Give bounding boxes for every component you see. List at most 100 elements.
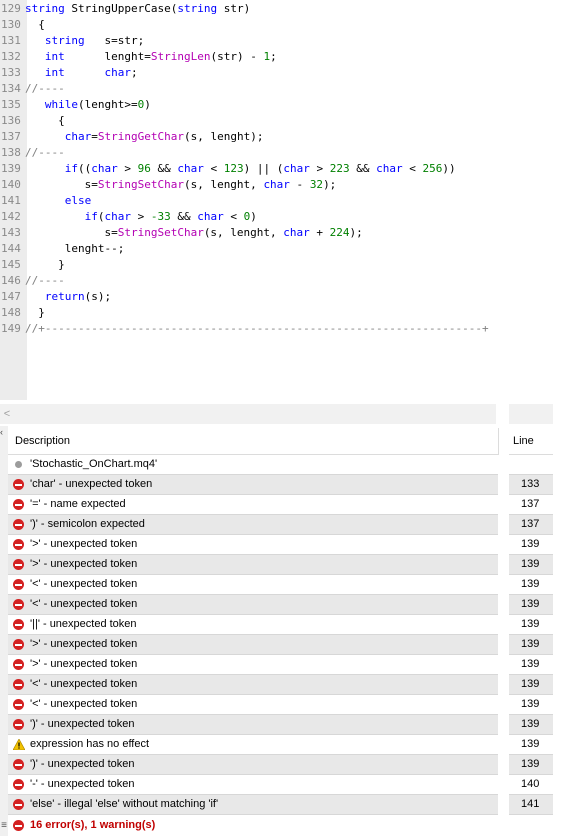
error-line-number: 139: [521, 738, 540, 750]
error-line-cell[interactable]: 137: [509, 515, 553, 535]
error-line-cell[interactable]: 137: [509, 495, 553, 515]
error-list-row[interactable]: '>' - unexpected token: [8, 635, 498, 655]
error-line-cell[interactable]: 139: [509, 575, 553, 595]
line-number: 145: [1, 258, 21, 271]
code-line[interactable]: 134 //----: [0, 81, 570, 97]
error-list-row[interactable]: 'else' - illegal 'else' without matching…: [8, 795, 498, 815]
code-line[interactable]: 147 return(s);: [0, 289, 570, 305]
line-number: 140: [1, 178, 21, 191]
collapse-arrow-icon[interactable]: ‹: [0, 426, 8, 438]
code-line[interactable]: 139 if((char > 96 && char < 123) || (cha…: [0, 161, 570, 177]
code-line[interactable]: 131 string s=str;: [0, 33, 570, 49]
error-line-number: 139: [521, 718, 540, 730]
code-text: else: [64, 194, 92, 207]
error-list-row[interactable]: '>' - unexpected token: [8, 535, 498, 555]
error-description: 'Stochastic_OnChart.mq4': [30, 458, 158, 470]
error-description: ')' - unexpected token: [30, 718, 135, 730]
code-line[interactable]: 135 while(lenght>=0): [0, 97, 570, 113]
code-line[interactable]: 144 lenght--;: [0, 241, 570, 257]
error-description: '=' - name expected: [30, 498, 126, 510]
column-header-line[interactable]: Line: [509, 428, 553, 455]
error-list-row[interactable]: '-' - unexpected token: [8, 775, 498, 795]
error-line-cell[interactable]: 139: [509, 615, 553, 635]
code-line[interactable]: 141 else: [0, 193, 570, 209]
code-text: s=StringSetChar(s, lenght, char - 32);: [25, 178, 337, 191]
error-description: '>' - unexpected token: [30, 538, 138, 550]
code-line[interactable]: 138 //----: [0, 145, 570, 161]
code-line[interactable]: 145 }: [0, 257, 570, 273]
code-line[interactable]: 146 //----: [0, 273, 570, 289]
error-list-row[interactable]: expression has no effect: [8, 735, 498, 755]
warning-icon: [13, 739, 25, 750]
error-list-row[interactable]: 'Stochastic_OnChart.mq4': [8, 455, 498, 475]
error-list-row[interactable]: ')' - unexpected token: [8, 755, 498, 775]
code-text: string s=str;: [44, 34, 145, 47]
code-line[interactable]: 136 {: [0, 113, 570, 129]
error-list-row[interactable]: '>' - unexpected token: [8, 655, 498, 675]
error-icon: [13, 679, 24, 690]
error-line-number: 140: [521, 778, 540, 790]
column-header-line-label: Line: [513, 435, 534, 447]
error-line-cell[interactable]: 139: [509, 635, 553, 655]
error-description: ')' - semicolon expected: [30, 518, 145, 530]
error-list-row[interactable]: '<' - unexpected token: [8, 595, 498, 615]
editor-horizontal-scrollbar[interactable]: <: [0, 404, 496, 424]
error-list-row[interactable]: '=' - name expected: [8, 495, 498, 515]
error-line-number: 141: [521, 798, 540, 810]
code-line[interactable]: 132 int lenght=StringLen(str) - 1;: [0, 49, 570, 65]
code-line[interactable]: 142 if(char > -33 && char < 0): [0, 209, 570, 225]
error-line-cell[interactable]: 139: [509, 695, 553, 715]
error-line-number: 139: [521, 618, 540, 630]
error-list-row[interactable]: '||' - unexpected token: [8, 615, 498, 635]
error-icon: [13, 599, 24, 610]
error-description: '>' - unexpected token: [30, 558, 138, 570]
line-number: 139: [1, 162, 21, 175]
error-line-cell[interactable]: 141: [509, 795, 553, 815]
error-icon: [13, 499, 24, 510]
error-list-row[interactable]: ')' - unexpected token: [8, 715, 498, 735]
error-line-cell[interactable]: [509, 455, 553, 475]
code-editor[interactable]: 129 string StringUpperCase(string str) 130…: [0, 0, 570, 400]
error-line-cell[interactable]: 139: [509, 755, 553, 775]
code-line[interactable]: 133 int char;: [0, 65, 570, 81]
error-list-row[interactable]: 'char' - unexpected token: [8, 475, 498, 495]
code-text: if(char > -33 && char < 0): [84, 210, 257, 223]
error-line-cell[interactable]: 139: [509, 535, 553, 555]
code-line[interactable]: 149 //+----------------------------------…: [0, 321, 570, 337]
line-number: 148: [1, 306, 21, 319]
error-line-cell[interactable]: 139: [509, 655, 553, 675]
scroll-left-icon[interactable]: <: [0, 404, 14, 424]
line-number: 131: [1, 34, 21, 47]
error-list-row[interactable]: '<' - unexpected token: [8, 675, 498, 695]
error-line-cell[interactable]: 139: [509, 715, 553, 735]
code-line[interactable]: 137 char=StringGetChar(s, lenght);: [0, 129, 570, 145]
error-icon: [13, 579, 24, 590]
error-line-cell[interactable]: 139: [509, 675, 553, 695]
error-list-row[interactable]: '>' - unexpected token: [8, 555, 498, 575]
error-line-cell[interactable]: 139: [509, 735, 553, 755]
panel-menu-icon[interactable]: ≡: [0, 816, 8, 836]
column-header-description[interactable]: Description: [8, 428, 499, 455]
code-line[interactable]: 140 s=StringSetChar(s, lenght, char - 32…: [0, 177, 570, 193]
error-line-cell[interactable]: 139: [509, 595, 553, 615]
error-icon: [13, 639, 24, 650]
code-line[interactable]: 148 }: [0, 305, 570, 321]
code-text: string StringUpperCase(string str): [25, 2, 251, 15]
code-line[interactable]: 129 string StringUpperCase(string str): [0, 1, 570, 17]
code-text: return(s);: [44, 290, 112, 303]
error-line-cell[interactable]: 133: [509, 475, 553, 495]
error-icon: [13, 619, 24, 630]
code-line[interactable]: 143 s=StringSetChar(s, lenght, char + 22…: [0, 225, 570, 241]
error-icon: [13, 479, 24, 490]
error-line-cell[interactable]: 140: [509, 775, 553, 795]
error-list-row[interactable]: ')' - semicolon expected: [8, 515, 498, 535]
error-list-row[interactable]: '<' - unexpected token: [8, 695, 498, 715]
error-icon: [13, 559, 24, 570]
code-line[interactable]: 130 {: [0, 17, 570, 33]
error-list-row[interactable]: '<' - unexpected token: [8, 575, 498, 595]
error-summary-text: 16 error(s), 1 warning(s): [30, 819, 156, 831]
error-description: expression has no effect: [30, 738, 150, 750]
error-icon: [13, 759, 24, 770]
error-description: 'else' - illegal 'else' without matching…: [30, 798, 219, 810]
error-line-cell[interactable]: 139: [509, 555, 553, 575]
